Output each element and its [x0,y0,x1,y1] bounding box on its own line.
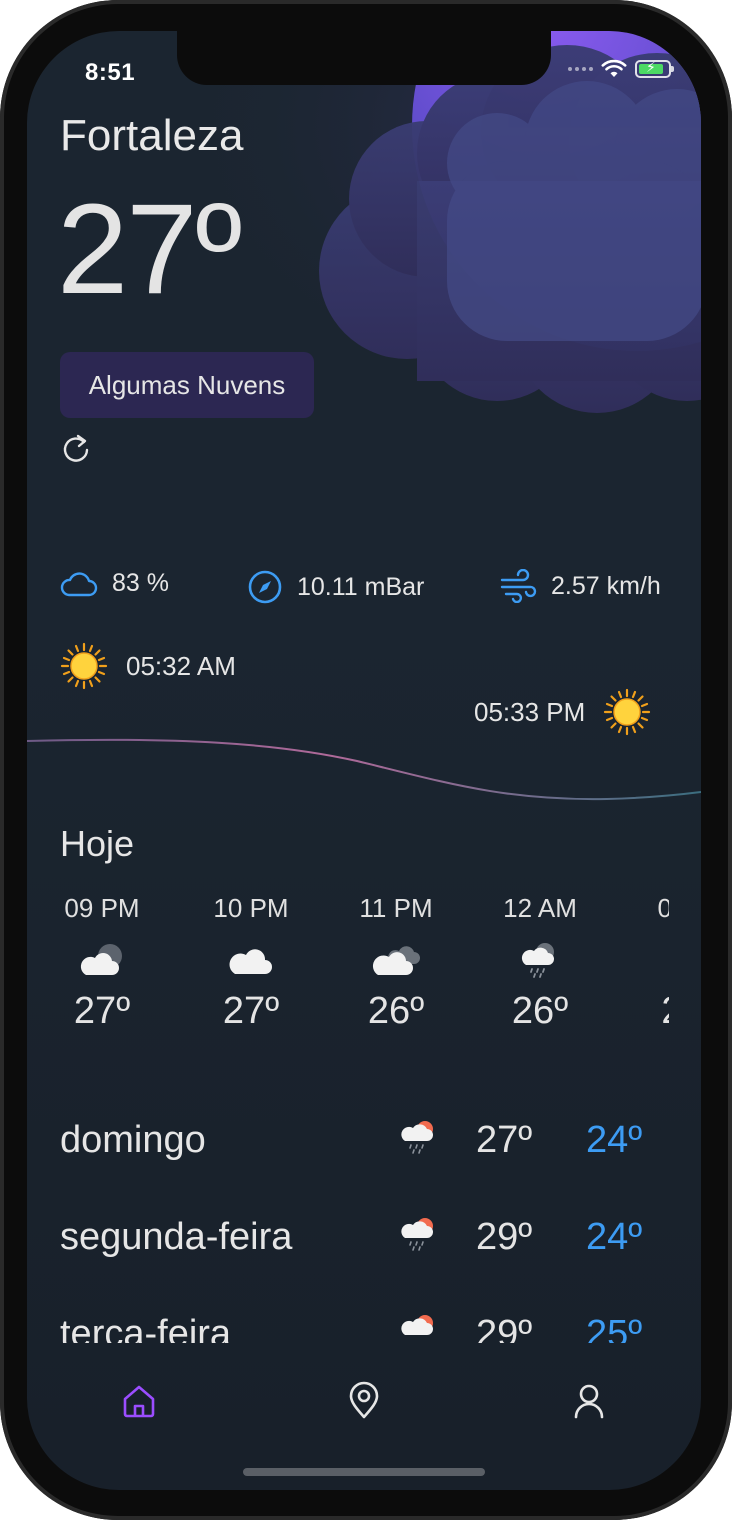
forecast-max: 27º [476,1119,533,1161]
refresh-icon[interactable] [59,433,93,467]
forecast-day: segunda-feira [60,1216,293,1258]
daily-forecast[interactable]: domingo 27º 24º segunda-feira 29º 24º te… [27,1111,701,1343]
map-pin-icon [349,1381,379,1419]
user-icon [574,1384,604,1419]
status-indicators: ⚡ [568,59,674,79]
cloud-icon [617,936,669,986]
sunset-row: 05:33 PM [474,688,651,736]
sun-path-curve [27,738,701,801]
home-indicator[interactable] [243,1468,485,1476]
tab-bar [27,1349,701,1449]
hour-item: 01 2 [617,893,669,1033]
tab-profile[interactable] [559,1371,619,1431]
app-screen: 8:51 ⚡ Fortaleza 27º Algumas Nuvens 83 %… [27,31,701,1490]
rain-sun-cloud-icon [401,1121,433,1154]
forecast-min: 25º [586,1313,643,1343]
hour-time: 09 PM [64,893,140,923]
forecast-min: 24º [586,1119,643,1161]
hour-time: 01 [657,893,669,923]
wind-icon [500,569,537,603]
wind-value: 2.57 km/h [551,571,661,600]
forecast-row: domingo 27º 24º [27,1111,701,1171]
device-notch [177,31,551,85]
pressure-stat: 10.11 mBar [247,569,424,605]
sunrise-time: 05:32 AM [126,650,236,681]
hour-temperature: 27º [222,990,280,1032]
wind-stat: 2.57 km/h [499,569,661,603]
cloud-icon [196,936,306,986]
hour-item: 09 PM 27º [47,893,157,1033]
weather-description-chip: Algumas Nuvens [60,352,314,418]
weather-description: Algumas Nuvens [88,369,286,400]
device-frame: 8:51 ⚡ Fortaleza 27º Algumas Nuvens 83 %… [0,0,732,1520]
hour-item: 11 PM 26º [341,893,451,1033]
humidity-stat: 83 % [60,569,169,598]
cloud-outline-icon [60,571,98,596]
sunset-time: 05:33 PM [474,696,586,727]
current-temperature: 27º [57,178,242,321]
today-title: Hoje [60,823,135,864]
sunrise-sun-icon [60,642,108,690]
partly-cloudy-night-icon [47,936,157,986]
wifi-icon [601,59,627,77]
tab-location[interactable] [334,1371,394,1431]
forecast-row: terça-feira 29º 25º [27,1305,701,1343]
hourly-forecast[interactable]: 09 PM 27º 10 PM 27º 11 PM 26º 12 AM 26º … [27,893,669,1053]
hour-item: 12 AM 26º [485,893,595,1033]
hour-temperature: 26º [511,990,569,1032]
forecast-max: 29º [476,1216,533,1258]
status-time: 8:51 [85,59,136,86]
forecast-row: segunda-feira 29º 24º [27,1208,701,1268]
city-name: Fortaleza [60,111,244,160]
pressure-value: 10.11 mBar [297,572,425,601]
forecast-day: domingo [60,1119,206,1161]
rain-sun-cloud-icon [401,1315,433,1335]
battery-icon: ⚡ [635,59,674,78]
hour-item: 10 PM 27º [196,893,306,1033]
cellular-signal-icon [568,67,593,71]
hour-time: 12 AM [503,893,577,923]
hour-time: 11 PM [359,893,433,923]
hour-time: 10 PM [213,893,289,923]
sunrise-row: 05:32 AM [60,642,236,690]
cloudy-icon [341,936,451,986]
hour-temperature: 26º [367,990,425,1032]
forecast-max: 29º [476,1313,533,1343]
rain-sun-cloud-icon [401,1218,433,1251]
hour-temperature: 2 [617,990,669,1033]
weather-stats: 83 % 10.11 mBar 2.57 km/h [27,569,701,613]
compass-icon [248,570,282,604]
forecast-min: 24º [586,1216,643,1258]
home-icon [123,1385,155,1418]
humidity-value: 83 % [112,569,169,597]
tab-home[interactable] [109,1371,169,1431]
sunset-sun-icon [604,688,651,736]
rain-cloud-icon [485,936,595,986]
forecast-day: terça-feira [60,1313,232,1343]
hour-temperature: 27º [73,990,131,1032]
